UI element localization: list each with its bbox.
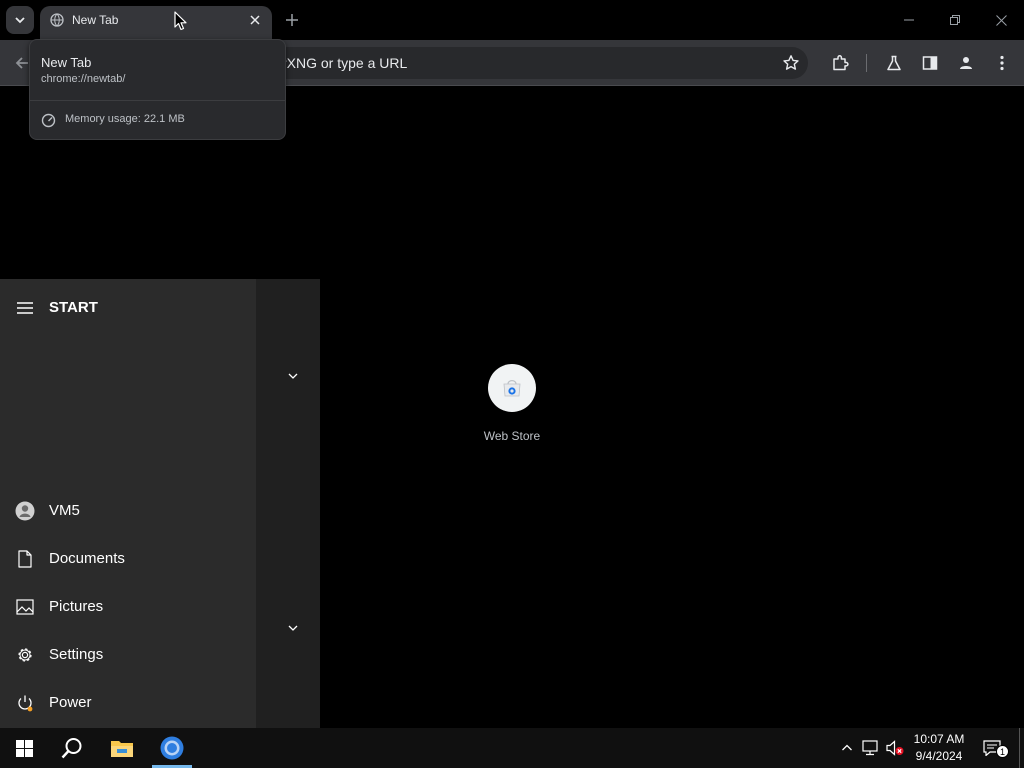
globe-icon [50,13,64,27]
clock-time: 10:07 AM [913,732,965,746]
start-item-pictures[interactable]: Pictures [0,586,256,630]
profile-button[interactable] [956,53,976,73]
tab-search-button[interactable] [6,6,34,34]
search-icon [61,738,82,759]
start-item-documents[interactable]: Documents [0,538,256,582]
start-item-label: Documents [49,550,125,567]
restore-icon [950,15,960,25]
chrome-icon [160,736,184,760]
gear-icon [15,645,35,665]
hover-card-url: chrome://newtab/ [41,73,126,85]
new-tab-button[interactable] [282,10,302,30]
clock-date: 9/4/2024 [915,749,963,763]
flask-icon [887,55,901,71]
start-item-label: Power [49,694,92,711]
minimize-button[interactable] [894,6,924,34]
labs-button[interactable] [884,53,904,73]
folder-icon [111,741,133,757]
close-window-button[interactable] [986,6,1016,34]
network-tray-button[interactable] [861,738,881,758]
taskbar-file-explorer[interactable] [98,728,146,768]
toolbar-divider [866,54,867,72]
start-item-user[interactable]: VM5 [0,490,256,534]
extensions-button[interactable] [830,53,850,73]
kebab-menu-icon [1000,55,1004,71]
power-icon [15,693,35,713]
start-button[interactable] [0,728,48,768]
restore-button[interactable] [940,6,970,34]
chevron-down-icon[interactable] [286,621,300,635]
start-item-settings[interactable]: Settings [0,634,256,678]
minimize-icon [904,19,914,21]
arrow-left-icon [15,57,28,69]
tab-new-tab[interactable]: New Tab [40,6,272,40]
star-icon[interactable] [782,54,800,72]
start-item-label: Settings [49,646,104,663]
side-panel-icon [922,56,938,70]
pictures-icon [15,597,35,617]
address-bar[interactable]: rXNG or type a URL [230,47,808,79]
hover-card-memory: Memory usage: 22.1 MB [65,113,185,125]
tab-title: New Tab [72,13,119,27]
hover-card-title: New Tab [41,55,92,70]
address-bar-placeholder: rXNG or type a URL [282,55,408,71]
hamburger-menu-icon[interactable] [16,300,34,316]
tab-hover-card: New Tab chrome://newtab/ Memory usage: 2… [29,39,286,140]
document-icon [15,549,35,569]
shortcut-web-store[interactable]: Web Store [471,364,553,454]
gauge-icon [41,113,56,128]
tab-strip: New Tab [0,0,1024,40]
chevron-down-icon[interactable] [286,369,300,383]
start-item-label: VM5 [49,502,80,519]
network-icon [862,740,878,756]
taskbar: 10:07 AM 9/4/2024 1 [0,728,1024,768]
start-menu-tiles-area [256,279,320,728]
taskbar-search-button[interactable] [48,728,96,768]
start-item-power[interactable]: Power [0,682,256,726]
person-icon [960,57,972,69]
taskbar-chrome[interactable] [148,728,196,768]
menu-button[interactable] [992,53,1012,73]
web-store-icon [488,364,536,412]
user-icon [15,501,35,521]
volume-tray-button[interactable] [885,738,905,758]
start-menu-title: START [49,299,98,316]
start-item-label: Pictures [49,598,104,615]
taskbar-clock[interactable]: 10:07 AM 9/4/2024 [906,731,972,765]
notification-count-badge: 1 [996,745,1009,758]
start-menu: START VM5 Documents Pictures Settings Po… [0,279,320,728]
shortcut-label: Web Store [483,429,541,443]
tab-close-button[interactable] [246,11,264,29]
volume-muted-icon [886,740,904,756]
chevron-down-icon [15,17,25,24]
plus-icon [286,14,298,26]
mouse-cursor-icon [174,11,187,31]
chevron-up-icon [842,744,852,751]
show-desktop-button[interactable] [1019,728,1024,768]
side-panel-button[interactable] [920,53,940,73]
close-icon [250,15,260,25]
hover-card-divider [30,100,285,101]
start-menu-sidebar: START VM5 Documents Pictures Settings Po… [0,279,256,728]
close-icon [995,14,1007,26]
windows-logo-icon [15,739,33,757]
show-hidden-icons-button[interactable] [837,738,857,758]
puzzle-icon [833,55,849,71]
